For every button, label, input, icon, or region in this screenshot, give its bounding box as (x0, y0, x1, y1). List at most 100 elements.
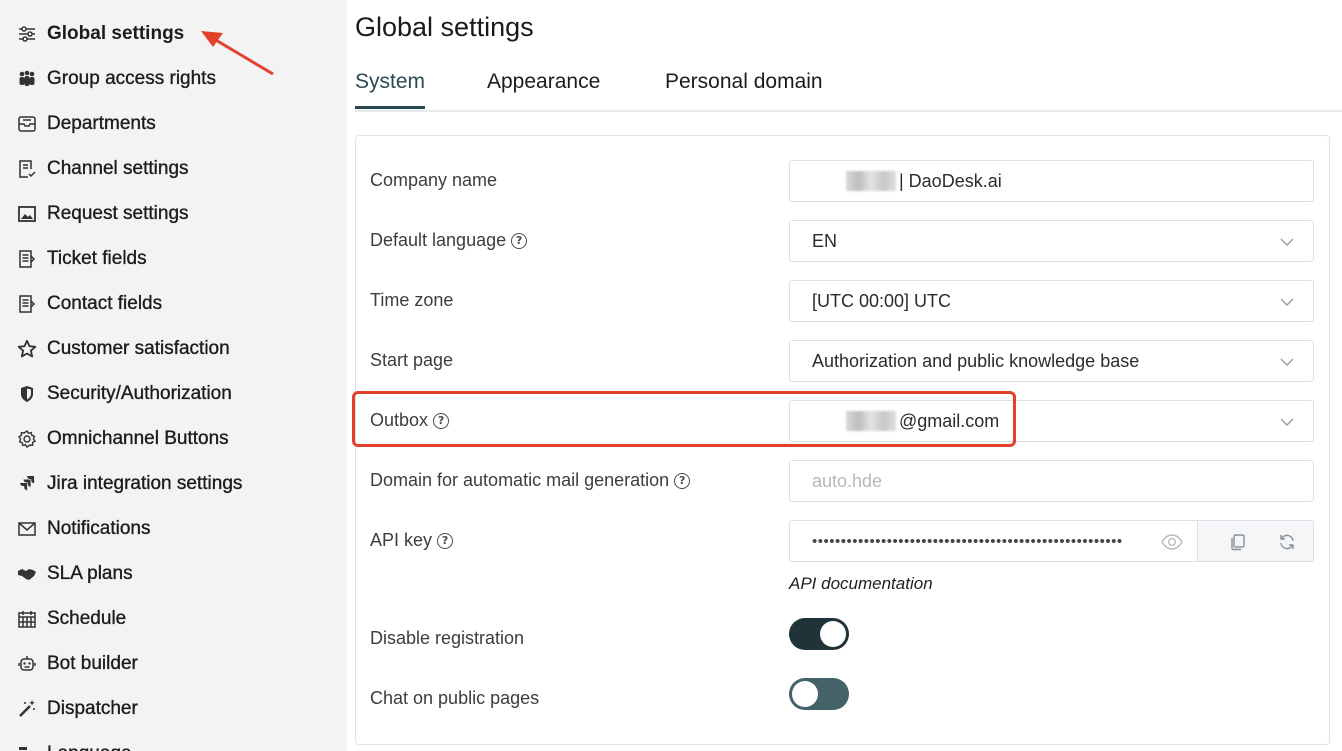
calendar-icon (16, 608, 38, 630)
chevron-down-icon (1280, 358, 1294, 367)
sidebar-item-omnichannel-buttons[interactable]: Omnichannel Buttons (16, 422, 229, 456)
api-key-group: ••••••••••••••••••••••••••••••••••••••••… (789, 520, 1314, 562)
robot-icon (16, 653, 38, 675)
jira-icon (16, 473, 38, 495)
handshake-icon (16, 563, 38, 585)
star-icon (16, 338, 38, 360)
tab-personal-domain[interactable]: Personal domain (665, 70, 823, 106)
api-key-field[interactable]: ••••••••••••••••••••••••••••••••••••••••… (789, 520, 1198, 562)
chat-public-label-text: Chat on public pages (370, 688, 540, 708)
sidebar-item-label: Global settings (47, 23, 185, 44)
mail-domain-input[interactable] (812, 470, 1232, 492)
magic-wand-icon (16, 698, 38, 720)
start-page-value: Authorization and public knowledge base (812, 350, 1140, 371)
sidebar-item-label: Jira integration settings (47, 473, 243, 494)
page-title: Global settings (355, 12, 534, 42)
group-icon (16, 68, 38, 90)
checklist-icon (16, 158, 38, 180)
time-zone-select[interactable]: [UTC 00:00] UTC (789, 280, 1314, 322)
outbox-label-text: Outbox (370, 410, 429, 430)
sidebar-item-label: Ticket fields (47, 248, 147, 269)
document-icon (16, 293, 38, 315)
disable-registration-toggle[interactable] (789, 618, 849, 650)
sidebar-item-label: Channel settings (47, 158, 189, 179)
company-name-value: | DaoDesk.ai (899, 170, 1002, 191)
sidebar-item-label: Schedule (47, 608, 127, 629)
sidebar-item-notifications[interactable]: Notifications (16, 512, 151, 546)
eye-icon[interactable] (1161, 532, 1183, 552)
sidebar-item-request-settings[interactable]: Request settings (16, 197, 189, 231)
sidebar-item-label: Omnichannel Buttons (47, 428, 229, 449)
chat-public-label: Chat on public pages (370, 688, 539, 709)
time-zone-label: Time zone (370, 290, 453, 311)
refresh-icon[interactable] (1278, 533, 1296, 551)
mail-domain-field[interactable] (789, 460, 1314, 502)
toggle-knob (792, 681, 818, 707)
sidebar-item-customer-satisfaction[interactable]: Customer satisfaction (16, 332, 230, 366)
annotation-arrow-icon (201, 31, 274, 76)
api-key-value: ••••••••••••••••••••••••••••••••••••••••… (812, 532, 1123, 550)
sidebar-item-group-access-rights[interactable]: Group access rights (16, 62, 216, 96)
tab-bar: System Appearance Personal domain (355, 70, 1342, 114)
help-icon[interactable]: ? (674, 472, 691, 489)
toggle-knob (820, 621, 846, 647)
default-language-select[interactable]: EN (789, 220, 1314, 262)
sidebar-item-dispatcher[interactable]: Dispatcher (16, 692, 138, 726)
sidebar-item-jira-integration[interactable]: Jira integration settings (16, 467, 243, 501)
sidebar-item-label: Contact fields (47, 293, 163, 314)
sidebar-item-sla-plans[interactable]: SLA plans (16, 557, 133, 591)
sidebar-item-bot-builder[interactable]: Bot builder (16, 647, 138, 681)
default-language-value: EN (812, 230, 838, 251)
inbox-icon (16, 113, 38, 135)
mail-domain-label-text: Domain for automatic mail generation (370, 470, 670, 490)
sidebar-item-label: Notifications (47, 518, 151, 539)
sidebar-item-ticket-fields[interactable]: Ticket fields (16, 242, 147, 276)
chevron-down-icon (1280, 238, 1294, 247)
sidebar-item-label: Customer satisfaction (47, 338, 230, 359)
sliders-icon (16, 23, 38, 45)
sidebar-item-global-settings[interactable]: Global settings (16, 17, 184, 51)
sidebar-item-label: Request settings (47, 203, 189, 224)
gear-icon (16, 428, 38, 450)
api-key-label: API key ? (370, 530, 454, 551)
company-name-label: Company name (370, 170, 497, 191)
sidebar-item-label: Security/Authorization (47, 383, 232, 404)
outbox-value: @gmail.com (899, 410, 1000, 431)
sidebar: Global settings Group access rights Depa… (0, 0, 347, 751)
company-name-field[interactable]: | DaoDesk.ai (789, 160, 1314, 202)
outbox-label: Outbox ? (370, 410, 450, 431)
api-key-actions (1197, 520, 1314, 562)
time-zone-value: [UTC 00:00] UTC (812, 290, 952, 311)
api-documentation-link[interactable]: API documentation (789, 574, 933, 594)
sidebar-item-language[interactable]: Language (16, 737, 132, 751)
sidebar-item-contact-fields[interactable]: Contact fields (16, 287, 162, 321)
document-icon (16, 248, 38, 270)
start-page-label-text: Start page (370, 350, 454, 370)
sidebar-item-label: Language (47, 743, 132, 751)
mail-icon (16, 518, 38, 540)
help-icon[interactable]: ? (433, 412, 450, 429)
sidebar-item-schedule[interactable]: Schedule (16, 602, 126, 636)
sidebar-item-label: Bot builder (47, 653, 138, 674)
chevron-down-icon (1280, 418, 1294, 427)
tab-system[interactable]: System (355, 70, 426, 109)
start-page-select[interactable]: Authorization and public knowledge base (789, 340, 1314, 382)
outbox-select[interactable]: @gmail.com (789, 400, 1314, 442)
help-icon[interactable]: ? (437, 532, 454, 549)
time-zone-label-text: Time zone (370, 290, 454, 310)
redacted-email-blur (846, 411, 896, 431)
chat-public-toggle[interactable] (789, 678, 849, 710)
help-icon[interactable]: ? (511, 232, 528, 249)
default-language-label-text: Default language (370, 230, 507, 250)
shield-icon (16, 383, 38, 405)
sidebar-item-security-authorization[interactable]: Security/Authorization (16, 377, 232, 411)
tab-appearance[interactable]: Appearance (487, 70, 600, 106)
sidebar-item-departments[interactable]: Departments (16, 107, 156, 141)
sidebar-item-channel-settings[interactable]: Channel settings (16, 152, 189, 186)
copy-icon[interactable] (1229, 533, 1247, 551)
chevron-down-icon (1280, 298, 1294, 307)
disable-registration-label-text: Disable registration (370, 628, 525, 648)
image-icon (16, 203, 38, 225)
sidebar-item-label: SLA plans (47, 563, 133, 584)
redacted-company-blur (846, 171, 896, 191)
